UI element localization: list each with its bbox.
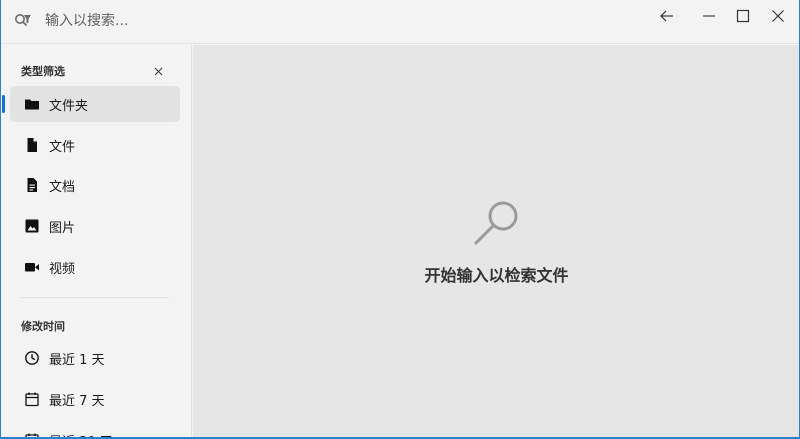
sidebar-item-last-30-days[interactable]: 最近 30 天	[10, 422, 180, 437]
type-filter-header: 类型筛选	[21, 65, 65, 78]
sidebar-item-document[interactable]: 文档	[10, 167, 180, 203]
sidebar-item-last-1-day[interactable]: 最近 1 天	[10, 340, 180, 376]
close-icon	[154, 67, 162, 75]
maximize-button[interactable]	[723, 0, 763, 32]
sidebar-item-folder[interactable]: 文件夹	[2, 86, 180, 122]
sidebar-item-file[interactable]: 文件	[10, 127, 180, 163]
sidebar-item-label: 最近 7 天	[49, 394, 105, 409]
empty-state-message: 开始输入以检索文件	[424, 266, 569, 285]
active-indicator	[2, 95, 5, 113]
sidebar-item-label: 文件	[49, 140, 76, 155]
calendar-icon	[25, 392, 39, 407]
sidebar-item-label: 文档	[49, 180, 76, 195]
sidebar-item-image[interactable]: 图片	[10, 208, 180, 244]
magnifier-icon	[474, 201, 518, 245]
title-bar	[1, 0, 799, 44]
sidebar-item-video[interactable]: 视频	[10, 249, 180, 285]
file-icon	[27, 138, 37, 152]
clock-icon	[25, 351, 39, 365]
sidebar: 类型筛选 文件夹 文件 文档 图片 视频 修改时间 最近 1 天 最近 7 天	[2, 45, 192, 437]
video-icon	[25, 263, 39, 272]
sidebar-item-label: 最近 1 天	[49, 353, 105, 368]
results-panel: 开始输入以检索文件	[193, 45, 799, 437]
sidebar-item-label: 最近 30 天	[49, 431, 113, 437]
document-icon	[27, 178, 37, 192]
clear-filter-button[interactable]	[150, 63, 166, 79]
app-window: 类型筛选 文件夹 文件	[0, 0, 800, 439]
close-button[interactable]	[758, 0, 798, 32]
arrow-left-icon	[660, 10, 673, 22]
close-icon	[772, 10, 784, 22]
search-input[interactable]	[45, 8, 605, 34]
sidebar-item-last-7-days[interactable]: 最近 7 天	[10, 381, 180, 417]
maximize-icon	[736, 9, 750, 23]
sidebar-item-label: 文件夹	[49, 99, 89, 114]
back-button[interactable]	[647, 0, 687, 32]
sidebar-divider	[21, 297, 169, 298]
search-filter-icon	[13, 11, 33, 31]
minimize-icon	[703, 15, 715, 17]
sidebar-item-label: 图片	[49, 221, 76, 236]
sidebar-item-label: 视频	[49, 262, 76, 277]
folder-icon	[25, 99, 39, 110]
modified-time-header: 修改时间	[21, 320, 65, 333]
calendar-icon	[25, 433, 39, 437]
image-icon	[25, 219, 39, 233]
